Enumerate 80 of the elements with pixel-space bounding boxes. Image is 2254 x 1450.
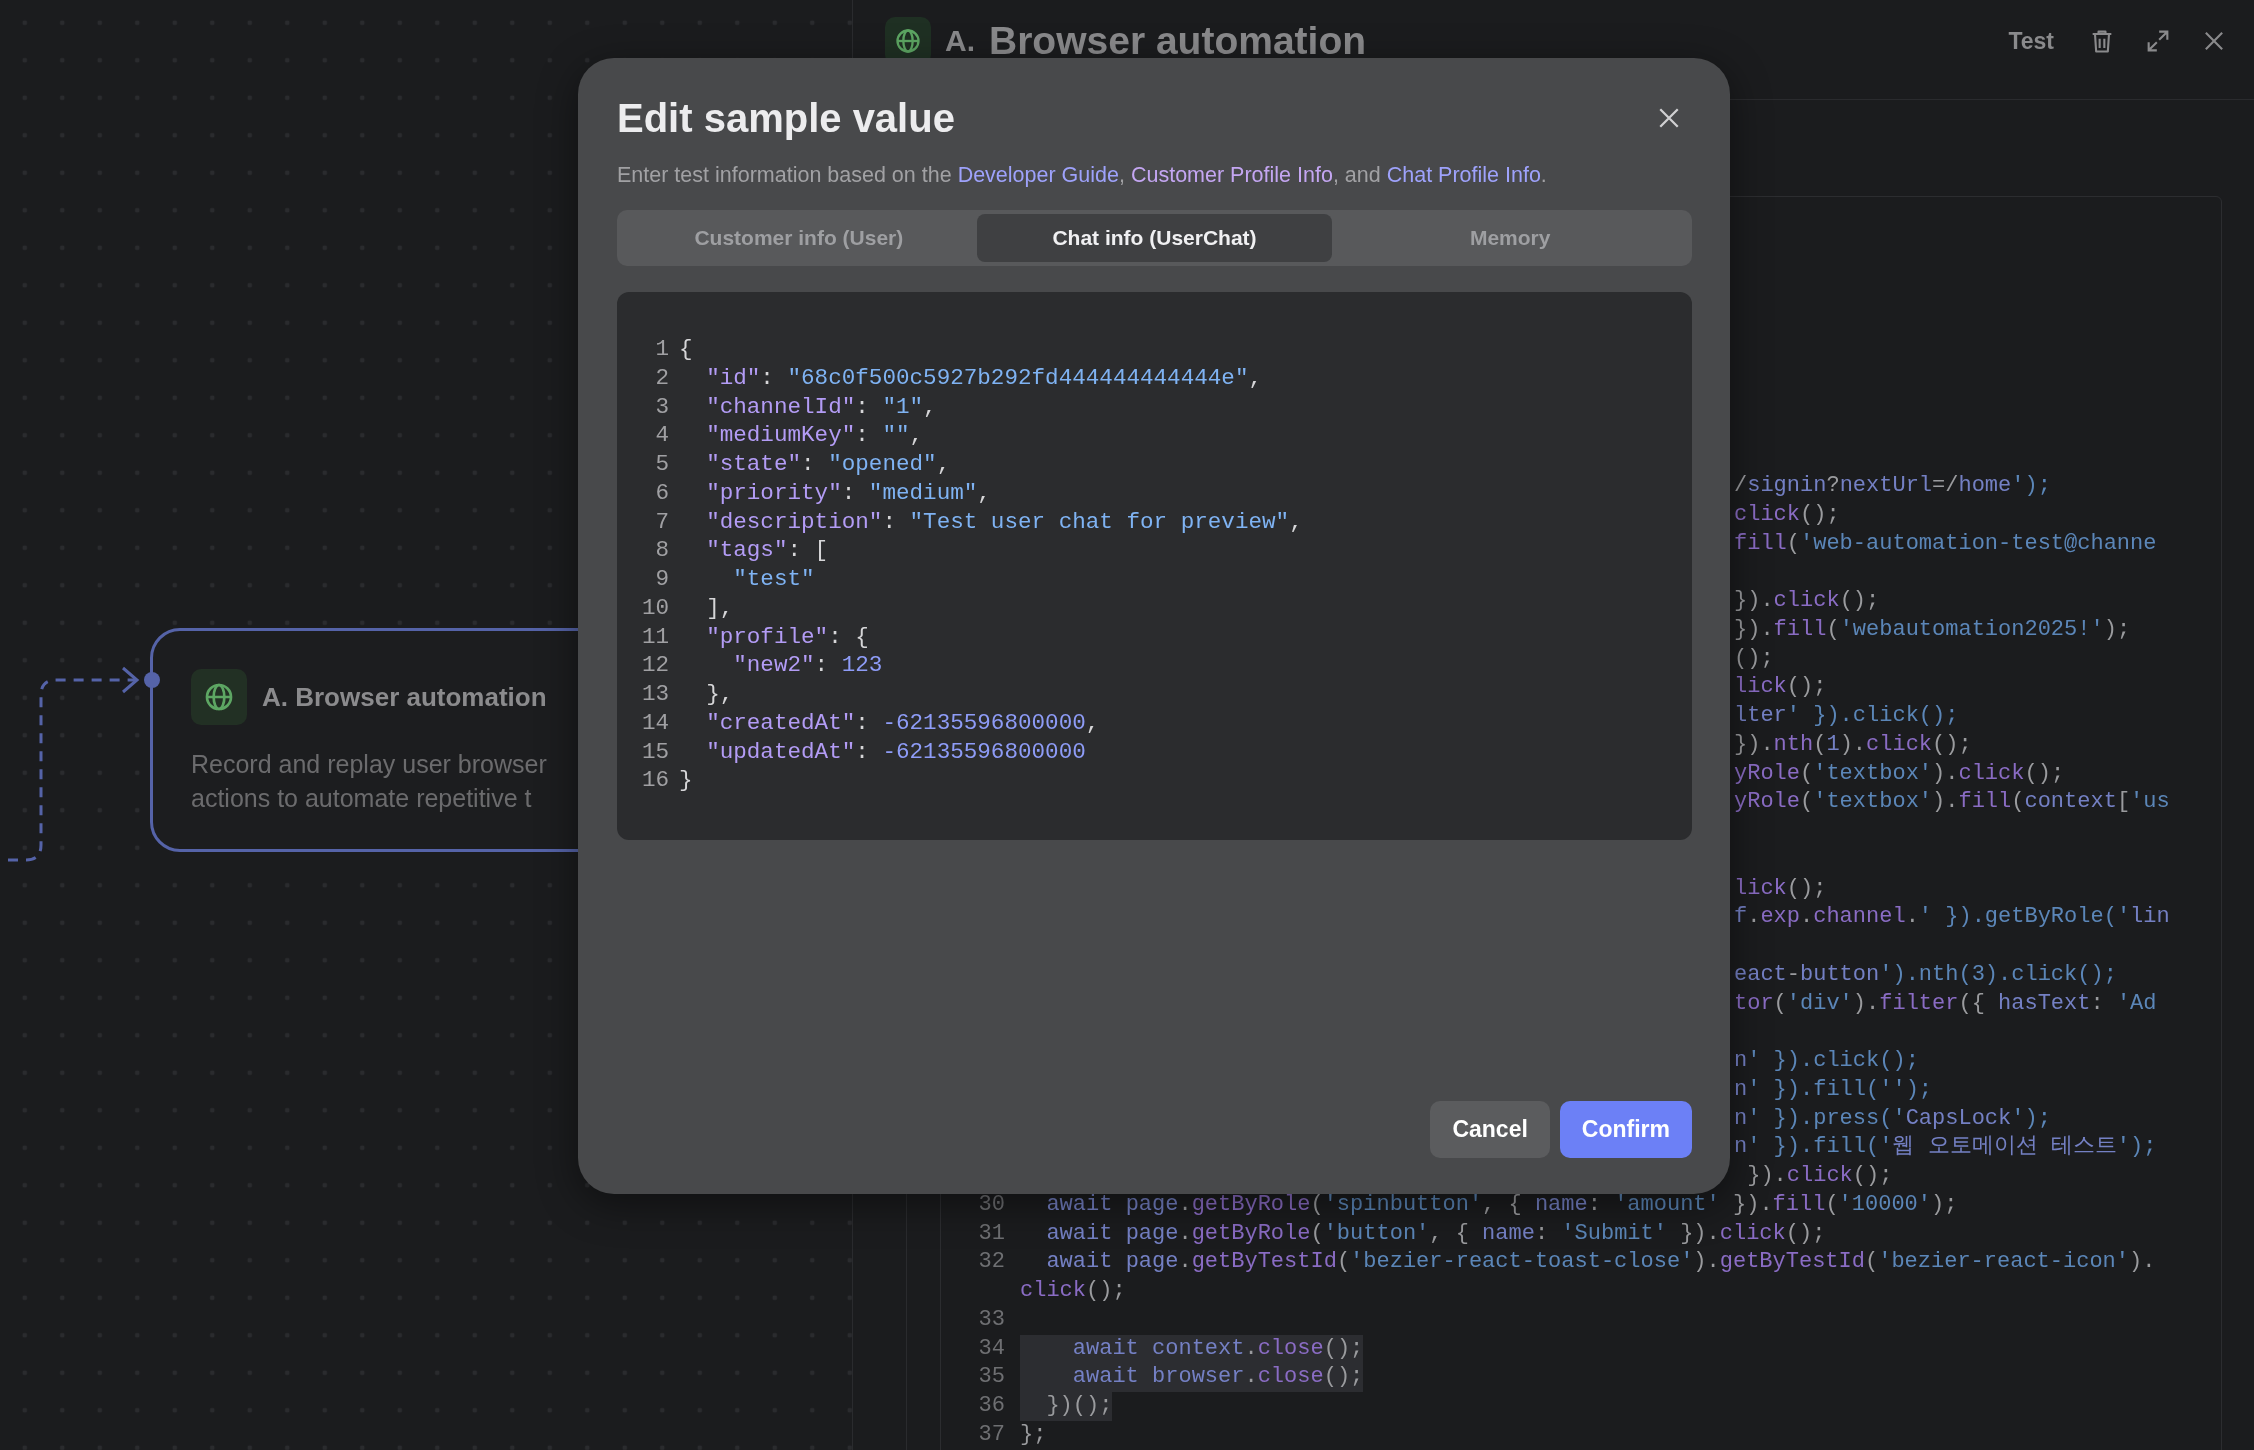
code-line: { xyxy=(679,335,693,364)
line-number: 14 xyxy=(640,708,669,738)
code-line: click(); xyxy=(1734,500,1840,529)
line-number: 33 xyxy=(977,1305,1005,1334)
code-line: "new2": 123 xyxy=(732,651,883,680)
code-line: "channelId": "1", xyxy=(705,392,937,422)
dialog-title: Edit sample value xyxy=(617,95,955,142)
code-line: "tags": [ xyxy=(705,536,829,565)
line-number: 16 xyxy=(640,766,669,795)
code-line: f.exp.channel.' }).getByRole('lin xyxy=(1734,903,2170,932)
code-line: lick(); xyxy=(1734,874,1827,903)
node-title: A. Browser automation xyxy=(262,681,547,713)
code-line: eact-button').nth(3).click(); xyxy=(1734,960,2117,989)
code-line: n' }).fill(''); xyxy=(1734,1075,1933,1104)
line-number: 13 xyxy=(640,680,669,709)
tab[interactable]: Customer info (User) xyxy=(621,214,977,262)
connection-handle[interactable] xyxy=(144,672,160,688)
code-line: n' }).fill('웹 오토메이션 테스트'); xyxy=(1734,1133,2157,1162)
confirm-button[interactable]: Confirm xyxy=(1559,1101,1692,1158)
code-line: yRole('textbox').fill(context['us xyxy=(1734,788,2170,817)
line-number: 34 xyxy=(977,1334,1005,1363)
line-number: 35 xyxy=(977,1363,1005,1392)
code-line: "mediumKey": "", xyxy=(705,421,924,450)
line-number: 31 xyxy=(977,1219,1005,1248)
line-number: 6 xyxy=(654,478,669,508)
line-number: 30 xyxy=(977,1190,1005,1219)
code-line: lter' }).click(); xyxy=(1734,702,1959,730)
line-number: 12 xyxy=(640,651,669,680)
help-link[interactable]: Developer Guide xyxy=(957,163,1119,187)
code-editor[interactable] xyxy=(617,292,1692,840)
line-number: 32 xyxy=(977,1248,1005,1277)
code-line: }).fill('webautomation2025!'); xyxy=(1734,615,2131,644)
line-number: 7 xyxy=(654,507,669,537)
node-prefix: A. xyxy=(945,23,975,59)
line-number: 4 xyxy=(654,421,669,450)
globe-icon xyxy=(203,681,235,713)
code-line: await page.getByRole('button', { name: 'Submit' }).click(); xyxy=(1045,1219,1826,1248)
code-line: "description": "Test user chat for preview", xyxy=(705,507,1303,537)
help-link[interactable]: Chat Profile Info xyxy=(1386,163,1541,187)
tab[interactable]: Chat info (UserChat) xyxy=(976,214,1333,262)
code-line: } xyxy=(679,766,693,795)
code-line: await page.getByRole('spinbutton', { name: 'amount' }).fill('10000'); xyxy=(1045,1190,1958,1219)
line-number: 10 xyxy=(640,593,669,623)
line-number: 37 xyxy=(977,1420,1005,1449)
node-description: Record and replay user browser xyxy=(191,749,547,780)
panel-title: Browser automation xyxy=(989,18,1367,64)
code-line: yRole('textbox').click(); xyxy=(1734,759,2065,788)
code-line: click(); xyxy=(1020,1277,1126,1305)
code-line: await page.getByTestId('bezier-react-toast-close').getByTestId('bezier-react-icon'). xyxy=(1045,1248,2156,1277)
line-number: 8 xyxy=(654,536,669,565)
line-number: 5 xyxy=(654,450,669,479)
code-line: }).click(); xyxy=(1746,1162,1893,1190)
code-line: "state": "opened", xyxy=(705,450,951,479)
code-line: (); xyxy=(1734,644,1774,673)
code-line: n' }).click(); xyxy=(1734,1047,1919,1075)
node-description: actions to automate repetitive t xyxy=(191,783,532,814)
code-line: fill('web-automation-test@channe xyxy=(1734,529,2157,558)
help-link[interactable]: Customer Profile Info xyxy=(1130,163,1333,187)
line-number: 36 xyxy=(977,1392,1005,1420)
dialog-description: Enter test information based on the Developer Guide, Customer Profile Info, and Chat Profile Info. xyxy=(617,162,1548,189)
line-number: 9 xyxy=(654,565,669,594)
code-line: lick(); xyxy=(1734,673,1827,702)
line-number: 15 xyxy=(640,737,669,767)
globe-icon xyxy=(894,27,922,55)
code-line: "test" xyxy=(732,565,815,594)
line-number: 1 xyxy=(654,335,669,364)
code-line: "id": "68c0f500c5927b292fd444444444444e", xyxy=(705,363,1263,393)
code-line: }).click(); xyxy=(1734,587,1880,615)
code-line: }).nth(1).click(); xyxy=(1734,730,1972,759)
code-line: "priority": "medium", xyxy=(705,478,991,508)
code-line: n' }).press('CapsLock'); xyxy=(1734,1104,2051,1133)
cancel-button[interactable]: Cancel xyxy=(1430,1101,1550,1158)
code-line: tor('div').filter({ hasText: 'Ad xyxy=(1734,989,2157,1018)
line-number: 2 xyxy=(654,363,669,393)
line-number: 3 xyxy=(654,392,669,422)
code-line: /signin?nextUrl=/home'); xyxy=(1734,472,2051,500)
tab[interactable]: Memory xyxy=(1332,214,1688,262)
code-line: ], xyxy=(705,593,734,623)
code-line: }; xyxy=(1020,1420,1047,1449)
test-button[interactable]: Test xyxy=(2002,27,2060,55)
